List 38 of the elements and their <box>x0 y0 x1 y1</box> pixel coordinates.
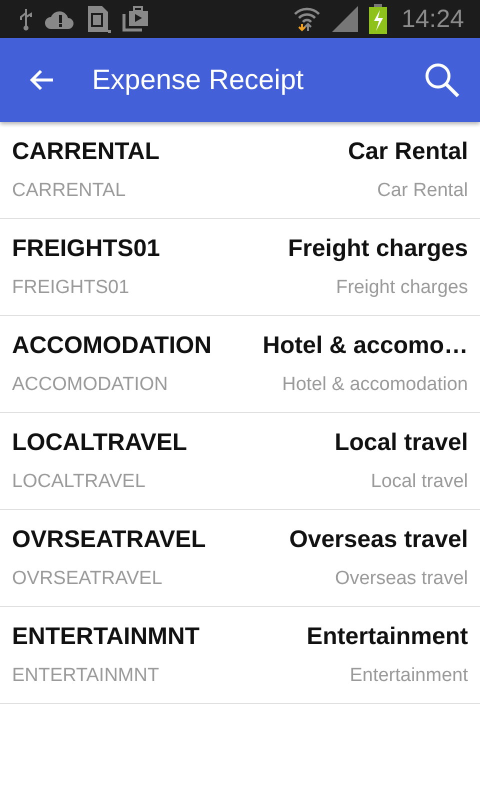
item-code: ACCOMODATION <box>12 332 212 360</box>
item-description: Hotel & accomodation <box>282 374 468 396</box>
item-description: Car Rental <box>377 180 468 202</box>
item-subcode: ENTERTAINMNT <box>12 665 160 687</box>
list-item[interactable]: OVRSEATRAVEL Overseas travel OVRSEATRAVEL Overseas travel <box>0 510 480 607</box>
item-name: Local travel <box>334 429 468 457</box>
item-description: Entertainment <box>350 665 468 687</box>
item-code: LOCALTRAVEL <box>12 429 188 457</box>
list-item[interactable]: LOCALTRAVEL Local travel LOCALTRAVEL Local travel <box>0 413 480 510</box>
item-subcode: FREIGHTS01 <box>12 277 130 299</box>
screen-title: Expense Receipt <box>92 64 305 96</box>
media-stack-icon <box>122 6 150 32</box>
usb-icon <box>18 7 34 31</box>
item-subcode: ACCOMODATION <box>12 374 168 396</box>
battery-icon <box>369 4 388 34</box>
item-subcode: OVRSEATRAVEL <box>12 568 162 590</box>
item-code: FREIGHTS01 <box>12 235 160 263</box>
item-code: CARRENTAL <box>12 138 160 166</box>
item-code: ENTERTAINMNT <box>12 623 200 651</box>
list-item[interactable]: ACCOMODATION Hotel & accomo… ACCOMODATION Hotel & accomodation <box>0 316 480 413</box>
item-name: Freight charges <box>288 235 468 263</box>
item-description: Overseas travel <box>334 568 468 590</box>
item-code: OVRSEATRAVEL <box>12 526 206 554</box>
signal-icon <box>331 5 360 33</box>
item-description: Local travel <box>370 471 468 493</box>
item-name: Car Rental <box>348 138 468 166</box>
list-item[interactable]: CARRENTAL Car Rental CARRENTAL Car Rental <box>0 122 480 219</box>
list-item[interactable]: ENTERTAINMNT Entertainment ENTERTAINMNT Entertainment <box>0 607 480 704</box>
item-name: Entertainment <box>306 623 468 651</box>
sim-card-icon <box>86 4 112 34</box>
item-subcode: CARRENTAL <box>12 180 126 202</box>
item-description: Freight charges <box>336 277 468 299</box>
item-name: Hotel & accomo… <box>262 332 468 360</box>
list-item[interactable]: FREIGHTS01 Freight charges FREIGHTS01 Freight charges <box>0 219 480 316</box>
item-subcode: LOCALTRAVEL <box>12 471 146 493</box>
clock-time: 14:24 <box>401 4 464 34</box>
item-name: Overseas travel <box>289 526 468 554</box>
wifi-icon <box>293 6 322 32</box>
